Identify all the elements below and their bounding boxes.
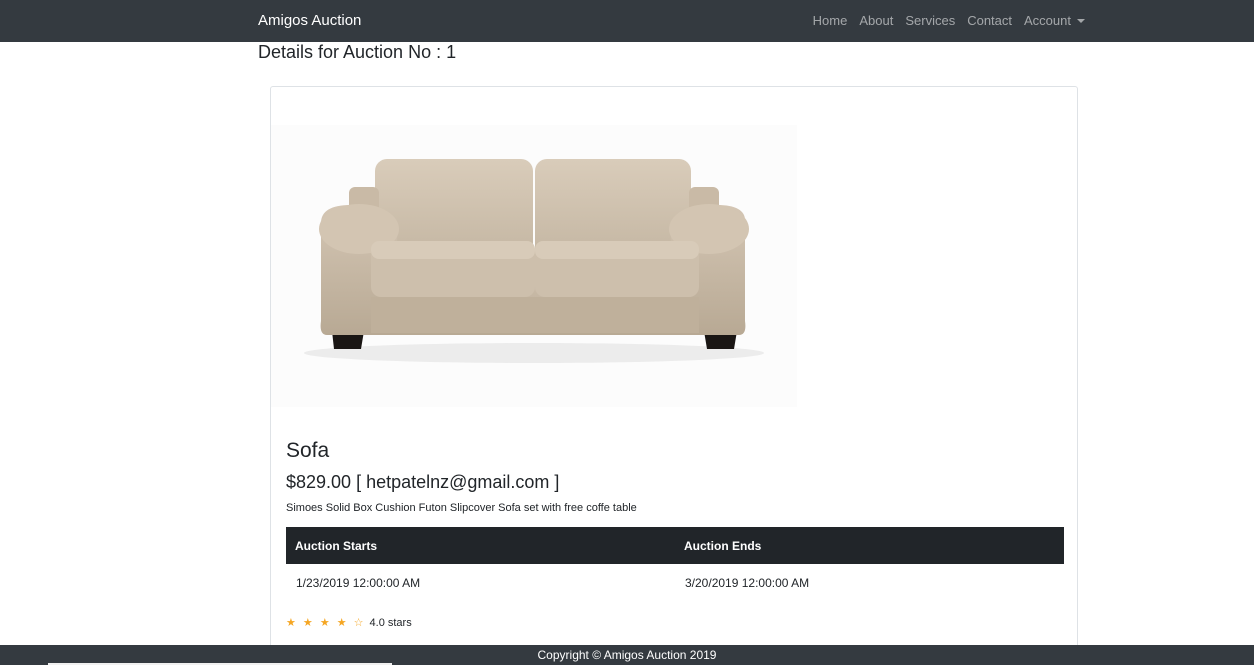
nav-contact-link[interactable]: Contact (967, 13, 1012, 29)
item-image (271, 125, 797, 407)
rating-text: 4.0 stars (369, 617, 412, 629)
auction-ends-header: Auction Ends (675, 527, 1064, 564)
caret-down-icon (1077, 19, 1085, 23)
top-navbar: Amigos Auction Home About Services Conta… (0, 0, 1254, 42)
item-title: Sofa (286, 439, 330, 462)
nav-account-dropdown[interactable]: Account (1024, 13, 1085, 29)
sofa-image (304, 159, 764, 363)
brand-link[interactable]: Amigos Auction (258, 12, 361, 30)
table-row: 1/23/2019 12:00:00 AM 3/20/2019 12:00:00… (286, 564, 1064, 602)
footer: Copyright © Amigos Auction 2019 (0, 645, 1254, 665)
nav-about-link[interactable]: About (859, 13, 893, 29)
nav-account-label: Account (1024, 13, 1071, 28)
auction-end-value: 3/20/2019 12:00:00 AM (685, 576, 810, 590)
copyright-text: Copyright © Amigos Auction 2019 (537, 648, 717, 662)
table-header-row: Auction Starts Auction Ends (286, 527, 1064, 564)
auction-start-value: 1/23/2019 12:00:00 AM (296, 576, 421, 590)
star-rating-icons: ★ ★ ★ ★ ☆ (286, 617, 366, 629)
nav-services-link[interactable]: Services (905, 13, 955, 29)
nav-links: Home About Services Contact Account (813, 13, 1085, 29)
auction-dates-table: Auction Starts Auction Ends 1/23/2019 12… (286, 527, 1064, 602)
page-title: Details for Auction No : 1 (258, 42, 457, 62)
rating: ★ ★ ★ ★ ☆ 4.0 stars (286, 616, 1064, 630)
auction-starts-header: Auction Starts (286, 527, 675, 564)
auction-card: Sofa $829.00 [ hetpatelnz@gmail.com ] Si… (270, 86, 1078, 665)
price-and-seller: $829.00 [ hetpatelnz@gmail.com ] (286, 472, 560, 492)
item-description: Simoes Solid Box Cushion Futon Slipcover… (286, 502, 637, 514)
item-details: Sofa $829.00 [ hetpatelnz@gmail.com ] Si… (286, 439, 1064, 630)
nav-home-link[interactable]: Home (813, 13, 848, 29)
